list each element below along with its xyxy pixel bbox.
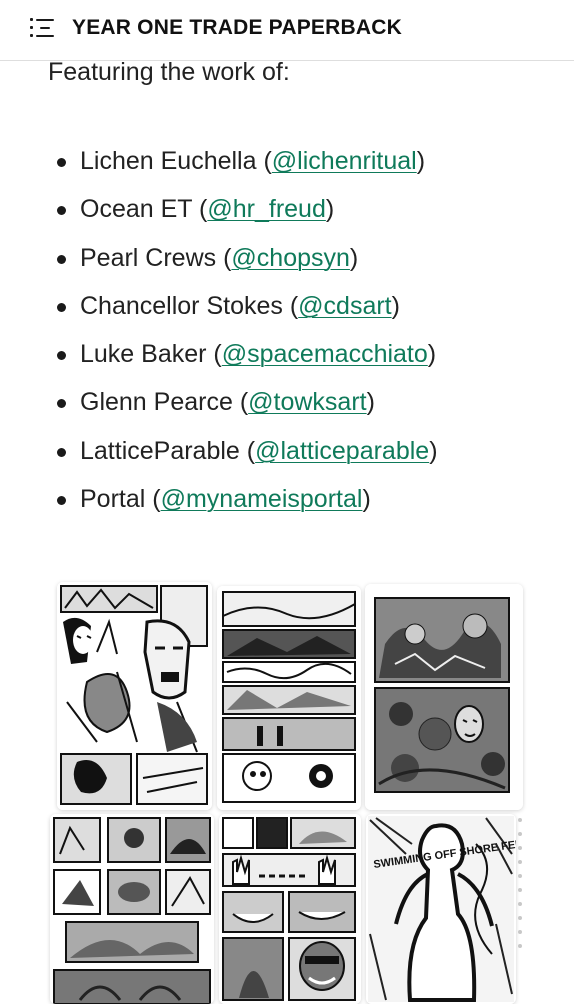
comic-art-image: SWIMMING OFF SHORE FEELS LIKE UNSURE: [366, 814, 516, 1004]
artist-handle-link[interactable]: @cdsart: [298, 292, 391, 320]
artist-handle-link[interactable]: @hr_freud: [207, 195, 326, 223]
bullet: [57, 399, 66, 409]
comic-art-image: [365, 584, 523, 810]
comic-art-image: [50, 814, 214, 1004]
paren: ): [391, 291, 400, 320]
list-item: Lichen Euchella (@lichenritual): [0, 140, 574, 188]
page-title: YEAR ONE TRADE PAPERBACK: [72, 16, 402, 39]
bullet: [57, 351, 66, 361]
list-item: Pearl Crews (@chopsyn): [0, 237, 574, 285]
comic-page-grid-panels[interactable]: [50, 814, 214, 1004]
bullet: [57, 206, 66, 216]
comic-art-image: [219, 814, 361, 1004]
paren: ): [325, 195, 335, 224]
comic-art-image: [217, 586, 361, 810]
artist-name: Luke Baker (: [80, 340, 222, 369]
paren: ): [349, 243, 359, 272]
artist-handle-link[interactable]: @chopsyn: [231, 244, 350, 272]
bullet: [57, 496, 66, 506]
paren: ): [362, 485, 371, 514]
list-item: Chancellor Stokes (@cdsart): [0, 285, 574, 333]
comic-page-scrawled-figure[interactable]: SWIMMING OFF SHORE FEELS LIKE UNSURE: [366, 814, 516, 1004]
list-item: Glenn Pearce (@towksart): [0, 381, 574, 429]
comic-art-image: [57, 582, 212, 810]
comic-page-warrior-masks[interactable]: [57, 582, 212, 810]
list-item: Luke Baker (@spacemacchiato): [0, 333, 574, 381]
top-bar: YEAR ONE TRADE PAPERBACK: [0, 0, 574, 61]
artist-handle-link[interactable]: @latticeparable: [255, 437, 429, 465]
list-item: Ocean ET (@hr_freud): [0, 188, 574, 236]
comic-page-creature-battle[interactable]: [365, 584, 523, 810]
artist-name: Chancellor Stokes (: [80, 291, 299, 320]
artist-handle-link[interactable]: @mynameisportal: [161, 485, 363, 513]
artist-name: Portal (: [80, 485, 161, 514]
paren: ): [427, 340, 437, 369]
paren: ): [366, 388, 375, 417]
bullet: [57, 254, 66, 264]
artist-handle-link[interactable]: @lichenritual: [272, 147, 417, 175]
artist-name: Ocean ET (: [80, 195, 208, 224]
paren: ): [416, 147, 426, 175]
featuring-intro: Featuring the work of:: [48, 58, 290, 86]
list-item: Portal (@mynameisportal): [0, 478, 574, 526]
list-item: LatticeParable (@latticeparable): [0, 430, 574, 478]
comic-page-landscape-panels[interactable]: [217, 586, 361, 810]
paren: ): [429, 436, 438, 465]
bullet: [57, 302, 66, 312]
table-of-contents-icon[interactable]: [30, 18, 54, 38]
bullet: [57, 447, 66, 457]
comic-gallery: SWIMMING OFF SHORE FEELS LIKE UNSURE: [0, 578, 574, 1004]
artist-handle-link[interactable]: @towksart: [248, 388, 366, 416]
bullet: [57, 158, 66, 167]
artist-name: Lichen Euchella (: [80, 147, 272, 175]
comic-page-hands-faces[interactable]: [219, 814, 361, 1004]
scroll-indicator: [518, 818, 524, 958]
artist-name: Glenn Pearce (: [80, 388, 249, 417]
artist-list: Lichen Euchella (@lichenritual) Ocean ET…: [0, 140, 574, 526]
artist-handle-link[interactable]: @spacemacchiato: [222, 340, 428, 368]
artist-name: Pearl Crews (: [80, 243, 232, 272]
artist-name: LatticeParable (: [80, 436, 256, 465]
